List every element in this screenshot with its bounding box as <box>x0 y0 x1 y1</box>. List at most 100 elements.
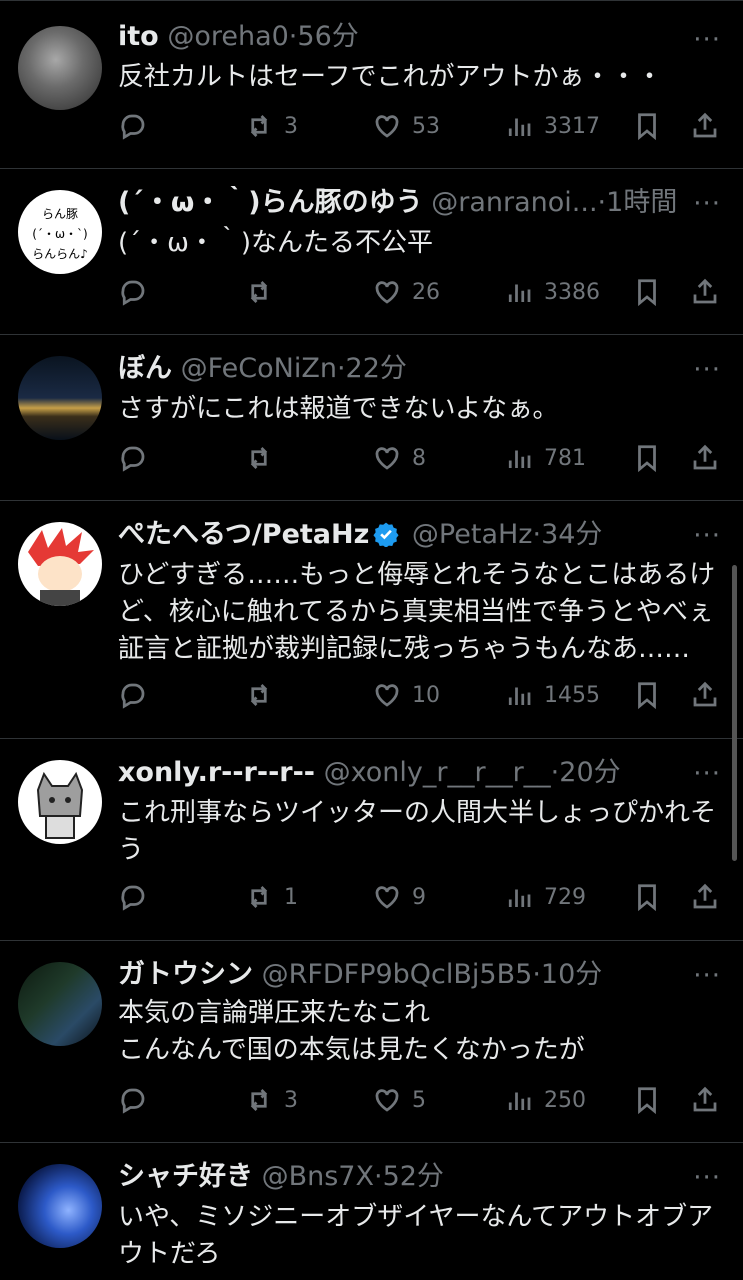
analytics-icon <box>508 1092 531 1110</box>
avatar[interactable] <box>18 962 102 1046</box>
tweet-text: (´・ω・｀)なんたる不公平 <box>118 228 434 258</box>
handle[interactable]: @FeCoNiZn <box>181 353 337 384</box>
tweet-header: ガトウシン @RFDFP9bQclBj5B5·10分 <box>118 958 683 992</box>
tweet-text: さすがにこれは報道できないよなぁ。 <box>118 394 559 424</box>
share-icon <box>693 444 717 470</box>
retweet-button[interactable]: 3 <box>244 106 298 146</box>
bookmark-icon <box>638 884 656 912</box>
avatar[interactable] <box>18 1164 102 1248</box>
bookmark-icon <box>638 113 656 141</box>
display-name[interactable]: xonly.r--r--r-- <box>118 757 315 788</box>
retweet-button[interactable] <box>244 438 284 478</box>
handle[interactable]: @RFDFP9bQclBj5B5 <box>262 959 533 990</box>
handle[interactable]: @PetaHz <box>412 519 533 550</box>
display-name[interactable]: ぼん <box>118 353 172 384</box>
tweet[interactable]: らん豚 (´・ω・`) らんらん♪ (´・ω・｀)らん豚のゆう @ranrano… <box>0 168 743 334</box>
share-button[interactable] <box>690 877 720 917</box>
share-button[interactable] <box>690 272 720 312</box>
tweet[interactable]: xonly.r--r--r-- @xonly_r__r__r__·20分 ···… <box>0 738 743 940</box>
timestamp[interactable]: 1時間 <box>606 187 677 218</box>
timestamp[interactable]: 34分 <box>541 519 602 550</box>
heart-icon <box>375 281 399 304</box>
avatar[interactable] <box>18 522 102 606</box>
bookmark-button[interactable] <box>632 438 662 478</box>
views-button[interactable]: 1455 <box>504 675 600 715</box>
tweet[interactable]: ガトウシン @RFDFP9bQclBj5B5·10分 ··· 本気の言論弾圧来た… <box>0 940 743 1142</box>
bookmark-button[interactable] <box>632 675 662 715</box>
tweet-header: ぺたへるつ/PetaHz @PetaHz·34分 <box>118 518 683 552</box>
timestamp[interactable]: 20分 <box>559 757 620 788</box>
more-options-icon[interactable]: ··· <box>693 191 721 217</box>
handle[interactable]: @oreha0 <box>167 21 288 52</box>
display-name[interactable]: ito <box>118 21 159 52</box>
more-options-icon[interactable]: ··· <box>693 523 721 549</box>
analytics-icon <box>508 687 531 705</box>
like-button[interactable]: 5 <box>372 1080 426 1120</box>
reply-button[interactable] <box>118 106 158 146</box>
like-button[interactable]: 53 <box>372 106 440 146</box>
avatar[interactable] <box>18 26 102 110</box>
bookmark-button[interactable] <box>632 272 662 312</box>
handle[interactable]: @xonly_r__r__r__ <box>324 757 551 788</box>
share-button[interactable] <box>690 1080 720 1120</box>
avatar[interactable] <box>18 760 102 844</box>
reply-icon <box>121 280 145 306</box>
retweet-button[interactable] <box>244 675 284 715</box>
views-button[interactable]: 3386 <box>504 272 600 312</box>
timestamp[interactable]: 52分 <box>383 1161 444 1192</box>
reply-button[interactable] <box>118 877 158 917</box>
like-button[interactable]: 26 <box>372 272 440 312</box>
display-name[interactable]: ガトウシン <box>118 959 253 990</box>
views-button[interactable]: 729 <box>504 877 586 917</box>
share-button[interactable] <box>690 438 720 478</box>
reply-button[interactable] <box>118 675 158 715</box>
timestamp[interactable]: 56分 <box>297 21 358 52</box>
timestamp[interactable]: 22分 <box>346 353 407 384</box>
display-name[interactable]: (´・ω・｀)らん豚のゆう <box>118 187 423 218</box>
reply-icon <box>121 1088 145 1114</box>
retweet-button[interactable]: 3 <box>244 1080 298 1120</box>
heart-icon <box>375 684 399 707</box>
share-button[interactable] <box>690 675 720 715</box>
bookmark-button[interactable] <box>632 1080 662 1120</box>
display-name[interactable]: シャチ好き <box>118 1161 253 1192</box>
tweet[interactable]: シャチ好き @Bns7X·52分 ··· いや、ミソジニーオブザイヤーなんてアウ… <box>0 1142 743 1280</box>
avatar[interactable]: らん豚 (´・ω・`) らんらん♪ <box>18 190 102 274</box>
bookmark-icon <box>638 682 656 710</box>
reply-button[interactable] <box>118 1080 158 1120</box>
avatar[interactable] <box>18 356 102 440</box>
tweet[interactable]: ito @oreha0·56分 ··· 反社カルトはセーフでこれがアウトかぁ・・… <box>0 0 743 168</box>
reply-icon <box>121 885 145 911</box>
like-button[interactable]: 9 <box>372 877 426 917</box>
like-button[interactable]: 8 <box>372 438 426 478</box>
reply-button[interactable] <box>118 438 158 478</box>
retweet-button[interactable] <box>244 272 284 312</box>
bookmark-button[interactable] <box>632 106 662 146</box>
heart-icon <box>375 115 399 138</box>
handle[interactable]: @Bns7X <box>262 1161 374 1192</box>
views-button[interactable]: 250 <box>504 1080 586 1120</box>
like-button[interactable]: 10 <box>372 675 440 715</box>
views-button[interactable]: 781 <box>504 438 586 478</box>
more-options-icon[interactable]: ··· <box>693 1165 721 1191</box>
more-options-icon[interactable]: ··· <box>693 761 721 787</box>
more-options-icon[interactable]: ··· <box>693 963 721 989</box>
views-button[interactable]: 3317 <box>504 106 600 146</box>
handle[interactable]: @ranranoi... <box>431 187 597 218</box>
timestamp[interactable]: 10分 <box>541 959 602 990</box>
more-options-icon[interactable]: ··· <box>693 357 721 383</box>
like-count: 9 <box>412 884 426 910</box>
share-button[interactable] <box>690 106 720 146</box>
view-count: 3317 <box>544 113 600 139</box>
bookmark-button[interactable] <box>632 877 662 917</box>
avatar-illustration <box>28 528 94 606</box>
scrollbar[interactable] <box>732 565 737 861</box>
reply-button[interactable] <box>118 272 158 312</box>
tweet-text: いや、ミソジニーオブザイヤーなんてアウトオブアウトだろ <box>118 1202 714 1269</box>
tweet[interactable]: ぼん @FeCoNiZn·22分 ··· さすがにこれは報道できないよなぁ。 8… <box>0 334 743 500</box>
display-name[interactable]: ぺたへるつ/PetaHz <box>118 519 369 550</box>
tweet[interactable]: ぺたへるつ/PetaHz @PetaHz·34分 ··· ひどすぎる……もっと侮… <box>0 500 743 738</box>
retweet-button[interactable]: 1 <box>244 877 298 917</box>
more-options-icon[interactable]: ··· <box>693 27 721 53</box>
bookmark-icon <box>638 279 656 307</box>
